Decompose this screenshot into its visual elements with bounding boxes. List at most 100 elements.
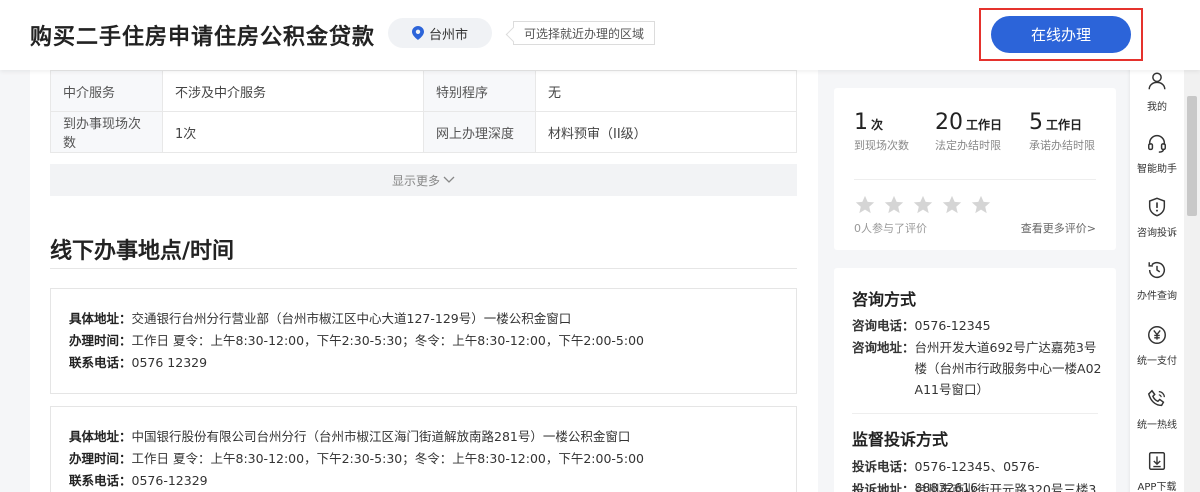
consult-address-label: 咨询地址： bbox=[852, 340, 915, 355]
stats-card: 1次 到现场次数 20 工作日 法定办结时限 5 工作日 承诺办结时限 0人参与了评… bbox=[834, 88, 1116, 250]
stat-visits: 1次 到现场次数 bbox=[854, 110, 909, 153]
phone-value: 0576 12329 bbox=[131, 355, 208, 370]
divider bbox=[852, 413, 1098, 414]
sidebar-item-app-download[interactable]: APP下载 bbox=[1130, 444, 1184, 492]
main-content: 中介服务 不涉及中介服务 特别程序 无 到办事现场次数 1次 网上办理深度 材料… bbox=[30, 70, 818, 492]
sidebar-item-label: 统一支付 bbox=[1137, 356, 1177, 367]
city-tip-text: 可选择就近办理的区域 bbox=[524, 26, 645, 41]
stat-caption: 承诺办结时限 bbox=[1029, 139, 1095, 152]
sidebar-item-mine[interactable]: 我的 bbox=[1130, 64, 1184, 128]
review-count: 0人参与了评价 bbox=[854, 222, 927, 235]
complaint-title: 监督投诉方式 bbox=[852, 430, 949, 449]
star-icon[interactable] bbox=[970, 194, 992, 216]
star-icon[interactable] bbox=[854, 194, 876, 216]
yuan-icon bbox=[1148, 326, 1166, 344]
history-icon bbox=[1148, 262, 1166, 279]
online-button-highlight: 在线办理 bbox=[979, 8, 1143, 61]
table-row: 中介服务 不涉及中介服务 特别程序 无 bbox=[50, 70, 797, 112]
divider bbox=[854, 179, 1096, 180]
sidebar-item-label: 办件查询 bbox=[1137, 291, 1177, 302]
location-hours-row: 办理时间：工作日 夏令：上午8:30-12:00，下午2:30-5:30；冬令：… bbox=[69, 448, 778, 470]
table-cell-value: 材料预审（II级） bbox=[535, 111, 797, 153]
address-value: 中国银行股份有限公司台州分行（台州市椒江区海门街道解放南路281号）一楼公积金窗… bbox=[131, 429, 631, 444]
table-cell-value: 1次 bbox=[162, 111, 424, 153]
sidebar-item-label: 统一热线 bbox=[1137, 420, 1177, 431]
right-sidebar: 我的 智能助手 咨询投诉 办件查询 统一支付 统一热线 APP下载 bbox=[1130, 60, 1184, 492]
stat-legal-limit: 20 工作日 法定办结时限 bbox=[935, 110, 1002, 153]
sidebar-item-assistant[interactable]: 智能助手 bbox=[1130, 126, 1184, 190]
info-table: 中介服务 不涉及中介服务 特别程序 无 到办事现场次数 1次 网上办理深度 材料… bbox=[50, 70, 797, 153]
rating-stars[interactable] bbox=[854, 194, 999, 216]
scrollbar-thumb[interactable] bbox=[1187, 96, 1197, 216]
hours-value: 工作日 夏令：上午8:30-12:00，下午2:30-5:30；冬令：上午8:3… bbox=[131, 333, 644, 348]
stat-caption: 到现场次数 bbox=[854, 139, 909, 152]
online-apply-button[interactable]: 在线办理 bbox=[991, 16, 1131, 53]
show-more-label: 显示更多 bbox=[391, 173, 440, 188]
consult-title: 咨询方式 bbox=[852, 290, 917, 309]
hours-label: 办理时间： bbox=[69, 333, 132, 348]
location-phone-row: 联系电话：0576-12329 bbox=[69, 470, 778, 492]
consult-address-row: 咨询地址： 台州开发大道692号广达嘉苑3号楼（台州市行政服务中心一楼A02 A… bbox=[852, 337, 1102, 400]
headset-icon bbox=[1148, 135, 1166, 153]
stat-unit: 次 bbox=[871, 118, 884, 132]
star-icon[interactable] bbox=[941, 194, 963, 216]
table-row: 到办事现场次数 1次 网上办理深度 材料预审（II级） bbox=[50, 111, 797, 153]
stat-number: 1 bbox=[854, 110, 868, 135]
consult-phone-value: 0576-12345 bbox=[914, 318, 991, 333]
stat-unit: 工作日 bbox=[1046, 118, 1083, 132]
locations-title: 线下办事地点/时间 bbox=[50, 239, 235, 264]
phone-value: 0576-12329 bbox=[131, 473, 208, 488]
address-value: 交通银行台州分行营业部（台州市椒江区中心大道127-129号）一楼公积金窗口 bbox=[131, 311, 572, 326]
sidebar-item-label: 我的 bbox=[1147, 102, 1167, 113]
consult-phone-label: 咨询电话： bbox=[852, 318, 915, 333]
table-cell-label: 特别程序 bbox=[423, 70, 536, 112]
sidebar-item-query[interactable]: 办件查询 bbox=[1130, 253, 1184, 317]
user-icon bbox=[1148, 72, 1166, 90]
location-card: 具体地址：交通银行台州分行营业部（台州市椒江区中心大道127-129号）一楼公积… bbox=[50, 288, 797, 394]
location-pin-icon bbox=[411, 26, 424, 40]
address-label: 具体地址： bbox=[69, 429, 132, 444]
stat-number: 5 bbox=[1029, 110, 1043, 135]
contact-card: 咨询方式 咨询电话： 0576-12345 咨询地址： 台州开发大道692号广达… bbox=[834, 268, 1116, 492]
star-icon[interactable] bbox=[912, 194, 934, 216]
location-phone-row: 联系电话：0576 12329 bbox=[69, 352, 778, 374]
city-tip: 可选择就近办理的区域 bbox=[513, 21, 656, 45]
table-cell-label: 到办事现场次数 bbox=[50, 111, 163, 153]
location-hours-row: 办理时间：工作日 夏令：上午8:30-12:00，下午2:30-5:30；冬令：… bbox=[69, 330, 778, 352]
table-cell-label: 中介服务 bbox=[50, 70, 163, 112]
sidebar-item-label: 智能助手 bbox=[1137, 164, 1177, 175]
chevron-down-icon bbox=[443, 176, 455, 183]
complaint-address-value: 台州市商业街开元路320号三楼3 bbox=[914, 482, 1097, 492]
sidebar-item-label: 咨询投诉 bbox=[1137, 228, 1177, 239]
download-icon bbox=[1148, 452, 1166, 470]
sidebar-item-payment[interactable]: 统一支付 bbox=[1130, 318, 1184, 382]
show-more-button[interactable]: 显示更多 bbox=[50, 164, 797, 196]
shield-icon bbox=[1148, 197, 1166, 217]
table-cell-value: 无 bbox=[535, 70, 797, 112]
complaint-address-row: 投诉地址： 台州市商业街开元路320号三楼3 bbox=[852, 479, 1102, 492]
sidebar-item-label: APP下载 bbox=[1137, 482, 1177, 492]
phone-label: 联系电话： bbox=[69, 355, 132, 370]
table-cell-label: 网上办理深度 bbox=[423, 111, 536, 153]
phone-icon bbox=[1147, 389, 1165, 407]
page-scrollbar[interactable] bbox=[1184, 70, 1200, 492]
complaint-address-label: 投诉地址： bbox=[852, 482, 915, 492]
table-cell-value: 不涉及中介服务 bbox=[162, 70, 424, 112]
stat-promised-limit: 5 工作日 承诺办结时限 bbox=[1029, 110, 1095, 153]
hours-label: 办理时间： bbox=[69, 451, 132, 466]
phone-label: 联系电话： bbox=[69, 473, 132, 488]
view-more-reviews-link[interactable]: 查看更多评价> bbox=[1021, 220, 1096, 236]
star-icon[interactable] bbox=[883, 194, 905, 216]
location-address-row: 具体地址：交通银行台州分行营业部（台州市椒江区中心大道127-129号）一楼公积… bbox=[69, 308, 778, 330]
consult-phone-row: 咨询电话： 0576-12345 bbox=[852, 315, 1102, 336]
address-label: 具体地址： bbox=[69, 311, 132, 326]
stat-number: 20 bbox=[935, 110, 963, 135]
location-card: 具体地址：中国银行股份有限公司台州分行（台州市椒江区海门街道解放南路281号）一… bbox=[50, 406, 797, 492]
city-name: 台州市 bbox=[428, 27, 468, 43]
sidebar-item-complaint[interactable]: 咨询投诉 bbox=[1130, 190, 1184, 254]
city-selector[interactable]: 台州市 bbox=[388, 18, 492, 48]
consult-address-value: 台州开发大道692号广达嘉苑3号楼（台州市行政服务中心一楼A02 A11号窗口） bbox=[914, 340, 1102, 397]
page-header: 购买二手住房申请住房公积金贷款 台州市 可选择就近办理的区域 在线办理 bbox=[0, 0, 1200, 70]
sidebar-item-hotline[interactable]: 统一热线 bbox=[1130, 382, 1184, 446]
location-address-row: 具体地址：中国银行股份有限公司台州分行（台州市椒江区海门街道解放南路281号）一… bbox=[69, 426, 778, 448]
